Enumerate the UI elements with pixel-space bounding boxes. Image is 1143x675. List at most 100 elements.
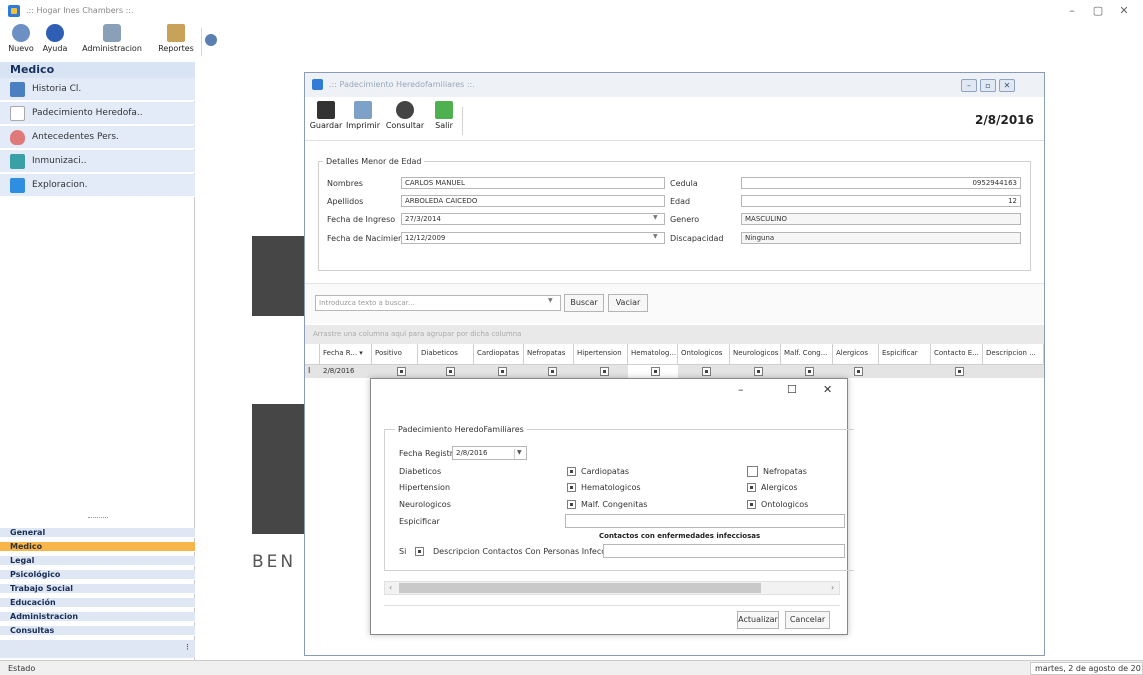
fecha-registro-field[interactable]: 2/8/2016	[452, 446, 527, 460]
consultar-button[interactable]: Consultar	[383, 101, 427, 137]
nav-general[interactable]: General	[0, 528, 195, 538]
group-panel[interactable]: Arrastre una columna aquí para agrupar p…	[305, 325, 1044, 344]
row-cardiopatas-checkbox[interactable]	[498, 367, 507, 376]
malf-congenitas-checkbox[interactable]	[567, 500, 576, 509]
cancelar-button[interactable]: Cancelar	[785, 611, 830, 629]
grid-column-nefropatas[interactable]: Nefropatas	[524, 344, 574, 365]
nav-consultas[interactable]: Consultas	[0, 626, 195, 636]
grid-column-espicificar[interactable]: Espicificar	[879, 344, 931, 365]
ayuda-button[interactable]: Ayuda	[40, 24, 70, 60]
window-close-button[interactable]: ✕	[999, 79, 1015, 92]
vaciar-button[interactable]: Vaciar	[608, 294, 648, 312]
grid-column-fecha[interactable]: Fecha R... ▾	[320, 344, 372, 365]
discapacidad-field[interactable]: Ninguna	[741, 232, 1021, 244]
nefropatas-label: Nefropatas	[763, 467, 807, 476]
nav-trabajo-social[interactable]: Trabajo Social	[0, 584, 195, 594]
fecha-ingreso-field[interactable]: 27/3/2014	[401, 213, 665, 225]
window-minimize-button[interactable]: –	[961, 79, 977, 92]
espicificar-input[interactable]	[565, 514, 845, 528]
sidebar-splitter[interactable]	[0, 512, 195, 524]
database-icon	[103, 24, 121, 42]
apellidos-label: Apellidos	[327, 197, 364, 206]
nombres-field[interactable]: CARLOS MANUEL	[401, 177, 665, 189]
nav-psicologico[interactable]: Psicológico	[0, 570, 195, 580]
nuevo-button[interactable]: Nuevo	[4, 24, 38, 60]
edad-field[interactable]: 12	[741, 195, 1021, 207]
fecha-nacimiento-field[interactable]: 12/12/2009	[401, 232, 665, 244]
grid-column-descripcion[interactable]: Descripcion ...	[983, 344, 1044, 365]
save-icon	[317, 101, 335, 119]
salir-button[interactable]: Salir	[429, 101, 459, 137]
row-fecha-cell[interactable]: 2/8/2016	[323, 367, 354, 375]
hematologicos-checkbox[interactable]	[567, 483, 576, 492]
nav-medico[interactable]: Medico	[0, 542, 195, 552]
close-button[interactable]: ✕	[1112, 3, 1136, 19]
row-indicator: I	[308, 366, 311, 375]
imprimir-button[interactable]: Imprimir	[345, 101, 381, 137]
scroll-right-icon[interactable]: ›	[831, 583, 834, 592]
nefropatas-checkbox[interactable]	[747, 466, 758, 477]
row-hipertension-checkbox[interactable]	[600, 367, 609, 376]
fecha-ingreso-dropdown-icon[interactable]: ▼	[653, 214, 658, 221]
dialog-minimize-button[interactable]: –	[738, 383, 744, 396]
grid-column-positivo[interactable]: Positivo	[372, 344, 418, 365]
search-dropdown-icon[interactable]: ▼	[548, 297, 553, 304]
nav-administracion[interactable]: Administracion	[0, 612, 195, 622]
window-caption: .:: Padecimiento Heredofamiliares ::.	[329, 80, 475, 89]
alergicos-checkbox[interactable]	[747, 483, 756, 492]
sidebar-item-historia[interactable]: Historia Cl.	[0, 78, 195, 101]
row-ontologicos-checkbox[interactable]	[702, 367, 711, 376]
scroll-left-icon[interactable]: ‹	[389, 583, 392, 592]
nav-educacion[interactable]: Educación	[0, 598, 195, 608]
grid-column-cardiopatas[interactable]: Cardiopatas	[474, 344, 524, 365]
sidebar-item-antecedentes[interactable]: Antecedentes Pers.	[0, 126, 195, 149]
row-alergicos-checkbox[interactable]	[854, 367, 863, 376]
nav-overflow[interactable]: ⁝	[0, 640, 195, 658]
fecha-nacimiento-dropdown-icon[interactable]: ▼	[653, 233, 658, 240]
grid-column-contacto[interactable]: Contacto E...	[931, 344, 983, 365]
sidebar-item-inmunizacion[interactable]: Inmunizaci..	[0, 150, 195, 173]
row-diabeticos-checkbox[interactable]	[446, 367, 455, 376]
cedula-field[interactable]: 0952944163	[741, 177, 1021, 189]
window-maximize-button[interactable]: ▫	[980, 79, 996, 92]
genero-label: Genero	[670, 215, 700, 224]
row-positivo-checkbox[interactable]	[397, 367, 406, 376]
sidebar-item-exploracion[interactable]: Exploracion.	[0, 174, 195, 197]
grid-column-malf-congenitas[interactable]: Malf. Cong...	[781, 344, 833, 365]
scroll-thumb[interactable]	[399, 583, 761, 593]
row-neurologicos-checkbox[interactable]	[754, 367, 763, 376]
exit-icon	[435, 101, 453, 119]
sidebar-item-padecimiento[interactable]: Padecimiento Heredofa..	[0, 102, 195, 125]
minimize-button[interactable]: –	[1060, 3, 1084, 19]
grid-column-hematologicos[interactable]: Hematolog...	[628, 344, 678, 365]
dialog-close-button[interactable]: ✕	[823, 383, 832, 396]
settings-icon[interactable]	[205, 34, 217, 46]
grid-column-hipertension[interactable]: Hipertension	[574, 344, 628, 365]
row-contacto-checkbox[interactable]	[955, 367, 964, 376]
cardiopatas-checkbox[interactable]	[567, 467, 576, 476]
nav-legal[interactable]: Legal	[0, 556, 195, 566]
grid-column-neurologicos[interactable]: Neurologicos	[730, 344, 781, 365]
guardar-button[interactable]: Guardar	[309, 101, 343, 137]
dialog-maximize-button[interactable]: ☐	[787, 383, 797, 396]
reportes-button[interactable]: Reportes	[154, 24, 198, 60]
grid-column-diabeticos[interactable]: Diabeticos	[418, 344, 474, 365]
fecha-registro-dropdown-icon[interactable]: ▼	[517, 449, 522, 456]
row-nefropatas-checkbox[interactable]	[548, 367, 557, 376]
contacto-si-checkbox[interactable]	[415, 547, 424, 556]
administracion-button[interactable]: Administracion	[73, 24, 151, 60]
search-input[interactable]: Introduzca texto a buscar...	[315, 295, 561, 311]
descripcion-contactos-input[interactable]	[603, 544, 845, 558]
edad-label: Edad	[670, 197, 691, 206]
genero-field[interactable]: MASCULINO	[741, 213, 1021, 225]
window-title: .:: Hogar Ines Chambers ::.	[26, 6, 134, 15]
maximize-button[interactable]: ▢	[1086, 3, 1110, 19]
row-malf-checkbox[interactable]	[805, 367, 814, 376]
row-hematologicos-checkbox[interactable]	[651, 367, 660, 376]
buscar-button[interactable]: Buscar	[564, 294, 604, 312]
grid-column-alergicos[interactable]: Alergicos	[833, 344, 879, 365]
grid-column-ontologicos[interactable]: Ontologicos	[678, 344, 730, 365]
ontologicos-checkbox[interactable]	[747, 500, 756, 509]
apellidos-field[interactable]: ARBOLEDA CAICEDO	[401, 195, 665, 207]
actualizar-button[interactable]: Actualizar	[737, 611, 779, 629]
